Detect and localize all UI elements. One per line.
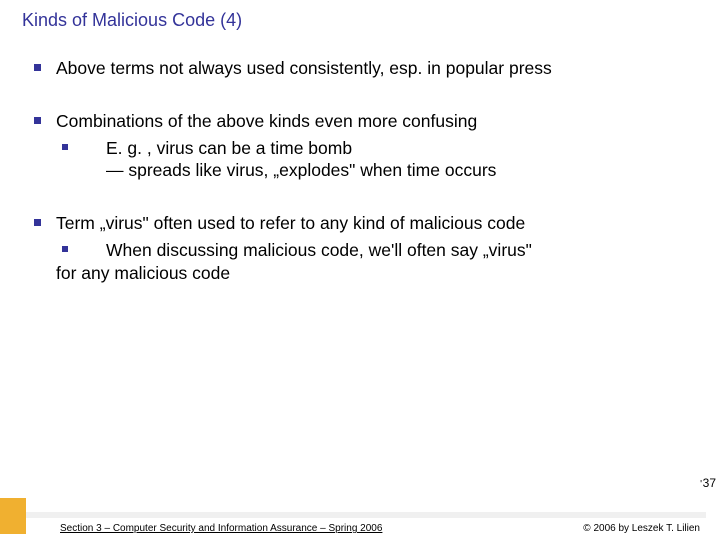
footer: Section 3 – Computer Security and Inform… [60, 523, 700, 534]
bullet-1-text: Above terms not always used consistently… [56, 58, 552, 78]
bullet-2-sub: E. g. , virus can be a time bomb — sprea… [56, 137, 690, 183]
bullet-2-sub-line1: E. g. , virus can be a time bomb [106, 138, 352, 158]
slide: Kinds of Malicious Code (4) Above terms … [0, 0, 720, 540]
bullet-3: Term „virus" often used to refer to any … [56, 212, 690, 284]
bullet-3-sub-line2: for any malicious code [56, 262, 230, 285]
bullet-1: Above terms not always used consistently… [56, 57, 690, 80]
bullet-3-text: Term „virus" often used to refer to any … [56, 213, 525, 233]
slide-content: Above terms not always used consistently… [0, 31, 720, 284]
footer-left: Section 3 – Computer Security and Inform… [60, 523, 382, 534]
bullet-2: Combinations of the above kinds even mor… [56, 110, 690, 182]
footer-right: © 2006 by Leszek T. Lilien [583, 523, 700, 534]
slide-title: Kinds of Malicious Code (4) [0, 0, 720, 31]
bullet-3-sub-line1: When discussing malicious code, we'll of… [106, 240, 532, 260]
decor-strip [26, 512, 706, 518]
decor-accent [0, 498, 26, 534]
bullet-3-sub: When discussing malicious code, we'll of… [56, 239, 690, 285]
bullet-2-sub-line2: — spreads like virus, „explodes" when ti… [106, 160, 496, 180]
bullet-2-text: Combinations of the above kinds even mor… [56, 111, 477, 131]
page-number: 37 [703, 476, 716, 490]
